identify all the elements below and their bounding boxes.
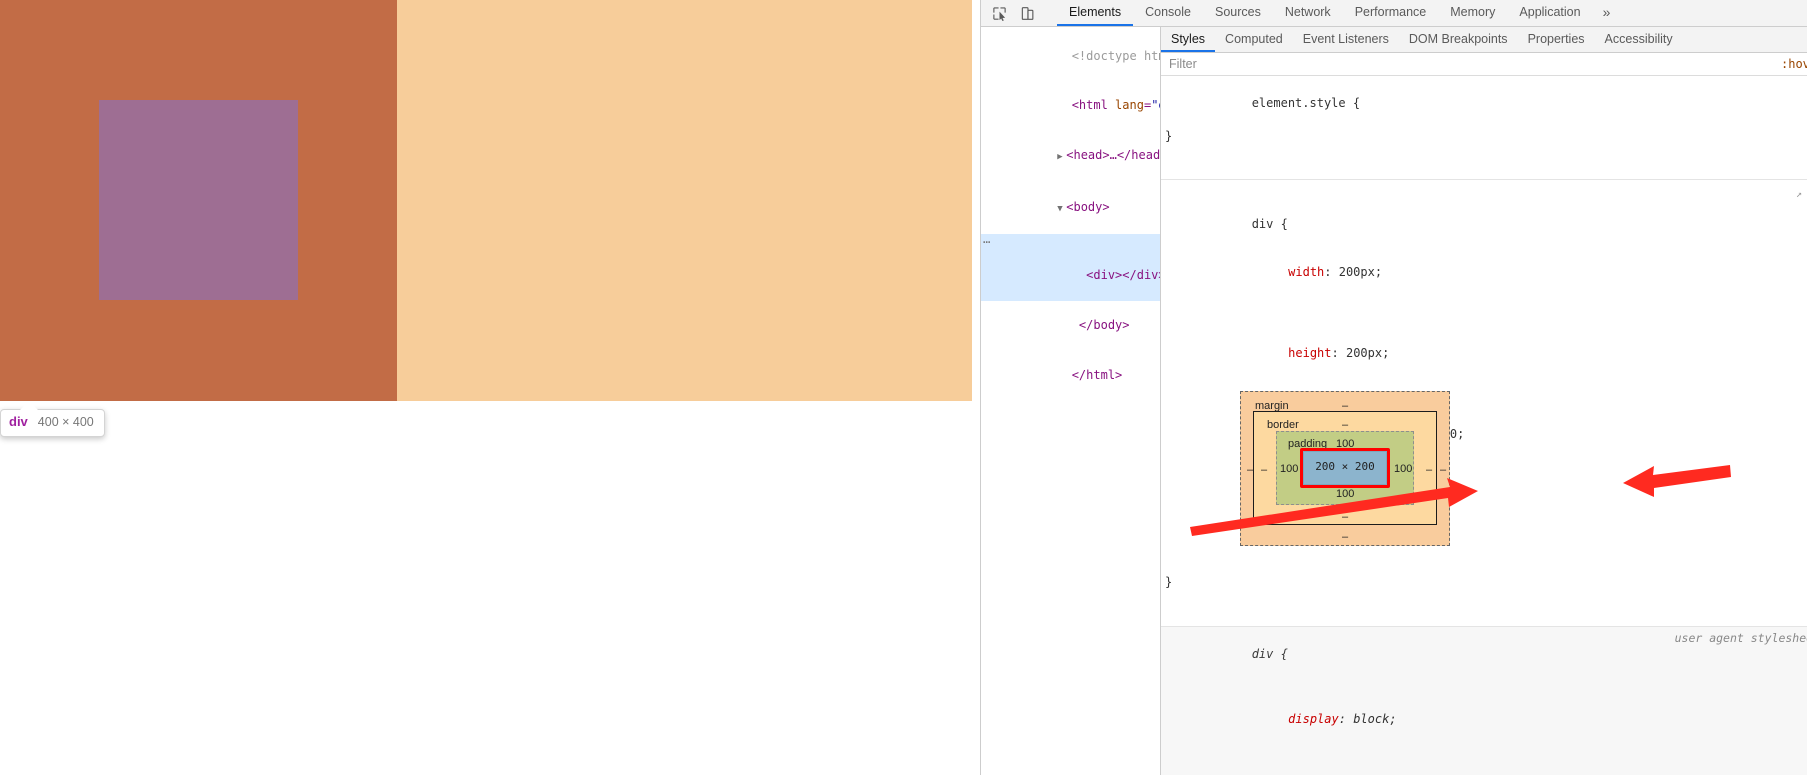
box-model-content-size[interactable]: 200 × 200 (1303, 459, 1387, 475)
inspect-element-icon[interactable] (987, 2, 1011, 24)
dom-line-div-selected[interactable]: ⋯ <div></div> == $0 (981, 234, 1160, 301)
dom-line-html-close[interactable]: </html> (981, 350, 1160, 400)
tab-memory[interactable]: Memory (1438, 0, 1507, 26)
dom-line-doctype[interactable]: <!doctype html> (981, 31, 1160, 81)
css-rule-element-style[interactable]: element.style { } (1161, 76, 1807, 181)
styles-sidebar: Styles Computed Event Listeners DOM Brea… (1161, 27, 1807, 775)
highlight-content-box (99, 100, 298, 300)
css-value[interactable]: 200px (1346, 346, 1382, 360)
rule-resize-icon: ↗ (1796, 189, 1803, 201)
tab-event-listeners[interactable]: Event Listeners (1293, 27, 1399, 52)
tab-properties[interactable]: Properties (1518, 27, 1595, 52)
devtools-body: <!doctype html> <html lang="en"> ▶<head>… (981, 27, 1807, 775)
css-selector[interactable]: div (1252, 647, 1274, 661)
css-property[interactable]: display (1288, 712, 1339, 726)
css-declaration-height[interactable]: height: 200px; (1165, 329, 1807, 378)
tab-console[interactable]: Console (1133, 0, 1203, 26)
highlight-padding-region (397, 0, 972, 401)
hov-toggle-button[interactable]: :hov (1781, 57, 1807, 71)
dom-tree-pane[interactable]: <!doctype html> <html lang="en"> ▶<head>… (981, 27, 1161, 775)
css-value[interactable]: block (1353, 712, 1389, 726)
tab-application[interactable]: Application (1507, 0, 1592, 26)
dom-line-body-close[interactable]: </body> (981, 301, 1160, 351)
devtools-toolbar: Elements Console Sources Network Perform… (981, 0, 1807, 27)
box-model-margin-right[interactable]: – (1440, 462, 1446, 478)
box-model-border-left[interactable]: – (1261, 462, 1267, 478)
css-rule-origin: user agent stylesheet (1674, 630, 1807, 645)
tooltip-arrow (20, 401, 38, 410)
box-model-padding-label: padding (1288, 438, 1328, 450)
css-property[interactable]: width (1288, 265, 1324, 279)
box-model-padding-left[interactable]: 100 (1280, 461, 1298, 477)
box-model-margin-bottom[interactable]: – (1342, 529, 1348, 545)
box-model-border-bottom[interactable]: – (1342, 509, 1348, 525)
box-model-padding-top[interactable]: 100 (1336, 436, 1354, 452)
styles-sidebar-tabs: Styles Computed Event Listeners DOM Brea… (1161, 27, 1807, 53)
box-model-diagram: margin – – – – border – – – – padding 10… (1240, 391, 1450, 546)
box-model-border-right[interactable]: – (1426, 462, 1432, 478)
css-rule-close-brace: } (1165, 575, 1173, 590)
tab-sources[interactable]: Sources (1203, 0, 1273, 26)
element-info-tooltip: div 400 × 400 (0, 409, 105, 437)
tab-network[interactable]: Network (1273, 0, 1343, 26)
tab-dom-breakpoints[interactable]: DOM Breakpoints (1399, 27, 1518, 52)
tab-elements[interactable]: Elements (1057, 0, 1134, 26)
dom-line-body-open[interactable]: ▼ <body> (981, 182, 1160, 234)
more-tabs-icon[interactable]: » (1593, 0, 1621, 26)
device-toolbar-icon[interactable] (1015, 2, 1039, 24)
css-value[interactable]: 200px (1339, 265, 1375, 279)
dom-badge-ellipsis[interactable]: ⋯ (983, 234, 991, 251)
devtools-main-tabs: Elements Console Sources Network Perform… (1057, 0, 1807, 26)
tooltip-dimensions: 400 × 400 (37, 415, 94, 429)
box-model-padding-bottom[interactable]: 100 (1336, 486, 1354, 502)
devtools-tool-icons (981, 0, 1057, 26)
page-viewport[interactable]: div 400 × 400 (0, 0, 980, 775)
devtools-panel: Elements Console Sources Network Perform… (980, 0, 1807, 775)
styles-filter-input[interactable] (1163, 54, 1781, 74)
css-selector[interactable]: div (1252, 217, 1274, 231)
tooltip-tag-name: div (9, 414, 28, 429)
tab-accessibility[interactable]: Accessibility (1595, 27, 1683, 52)
css-selector[interactable]: element.style (1252, 96, 1346, 110)
tab-computed[interactable]: Computed (1215, 27, 1293, 52)
dom-line-head[interactable]: ▶ <head>…</head> (981, 131, 1160, 183)
css-declaration-display[interactable]: display: block; (1165, 695, 1807, 744)
css-rule-div-user-agent[interactable]: div { user agent stylesheet display: blo… (1161, 626, 1807, 775)
css-rules-list: element.style { } ↗ div { width: 200px; … (1161, 76, 1807, 775)
screenshot-root: div 400 × 400 Elements Console Sources N… (0, 0, 1807, 775)
styles-filter-row: :hov (1161, 53, 1807, 76)
dom-line-html-open[interactable]: <html lang="en"> (981, 81, 1160, 131)
tab-styles[interactable]: Styles (1161, 27, 1216, 52)
css-rule-close-brace: } (1165, 128, 1173, 143)
tab-performance[interactable]: Performance (1343, 0, 1439, 26)
css-declaration-width[interactable]: width: 200px; (1165, 248, 1807, 297)
box-model-padding-right[interactable]: 100 (1394, 461, 1412, 477)
css-property[interactable]: height (1288, 346, 1331, 360)
